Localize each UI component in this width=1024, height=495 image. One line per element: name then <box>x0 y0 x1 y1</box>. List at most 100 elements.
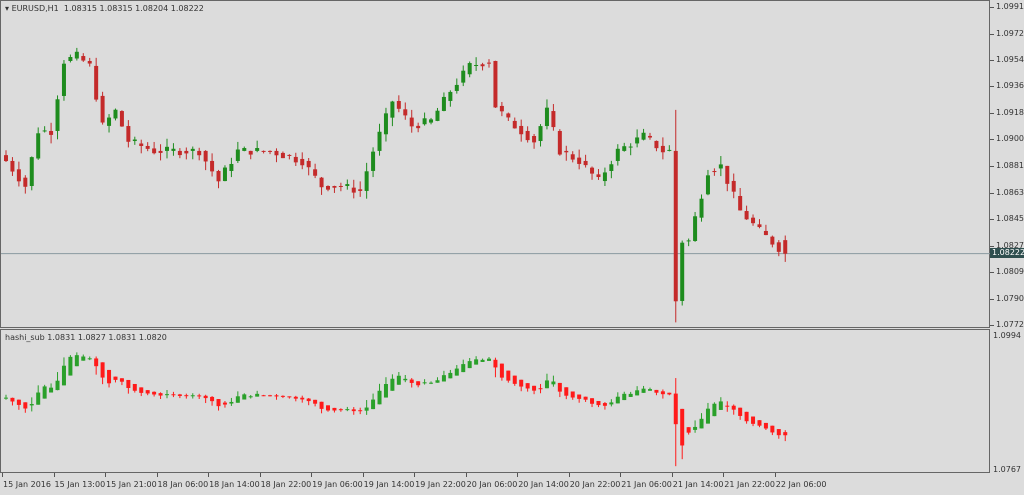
candle <box>441 92 446 112</box>
candle <box>351 407 356 415</box>
candle-body <box>570 391 575 398</box>
candle-body <box>763 422 768 429</box>
candle-body <box>718 164 723 169</box>
candle <box>396 95 401 113</box>
price-axis-label: 1.09000 <box>996 134 1024 144</box>
time-axis-label: 18 Jan 22:00 <box>260 480 312 489</box>
candle-body <box>763 230 768 236</box>
candle <box>648 387 652 391</box>
candle-body <box>712 171 717 173</box>
candle-body <box>590 398 595 404</box>
candle-body <box>461 364 466 373</box>
candle <box>29 397 34 412</box>
candle-body <box>87 358 92 360</box>
candle-body <box>686 240 691 242</box>
candle-body <box>139 387 144 393</box>
candle-body <box>680 408 685 446</box>
candle <box>377 123 382 156</box>
candle-body <box>216 399 221 407</box>
candle-body <box>126 379 131 388</box>
candle <box>635 386 640 396</box>
candle-body <box>551 381 556 385</box>
candle <box>776 429 781 439</box>
candle <box>165 390 169 399</box>
candle <box>358 181 363 197</box>
candle <box>319 176 324 195</box>
candle <box>525 383 530 392</box>
candle-body <box>113 109 118 119</box>
candle <box>602 401 607 410</box>
candle-body <box>602 172 607 182</box>
candle <box>467 61 472 78</box>
price-tick <box>990 219 994 221</box>
candle-body <box>222 167 227 182</box>
candle <box>216 169 221 189</box>
candle-body <box>551 111 556 128</box>
time-axis-label: 15 Jan 13:00 <box>54 480 106 489</box>
candle <box>268 150 273 155</box>
candle <box>61 60 66 101</box>
candle-body <box>177 150 182 156</box>
price-tick <box>990 7 994 8</box>
candle-body <box>441 375 446 382</box>
price-axis-label: 1.09545 <box>996 55 1024 65</box>
candle <box>648 132 652 140</box>
candle-body <box>165 394 169 396</box>
candle <box>229 397 234 406</box>
candle-body <box>474 359 479 365</box>
candle <box>42 384 47 399</box>
candle <box>667 392 672 396</box>
candle-body <box>61 365 66 386</box>
candle-body <box>493 60 498 108</box>
candle <box>261 394 266 397</box>
candle <box>132 383 137 393</box>
candle-body <box>23 177 28 187</box>
candle-body <box>210 396 215 402</box>
candle-body <box>100 362 105 378</box>
candle-body <box>570 154 575 160</box>
candle <box>371 393 376 410</box>
price-axis-label: 1.08815 <box>996 161 1024 171</box>
time-tick <box>105 473 107 477</box>
candle-body <box>216 171 221 182</box>
candle <box>544 99 549 130</box>
candle-body <box>248 150 253 155</box>
candle-body <box>435 110 440 121</box>
candle-body <box>660 391 665 395</box>
candle <box>345 179 350 190</box>
candle <box>280 395 285 399</box>
indicator-panel[interactable]: hashi_sub 1.0831 1.0827 1.0831 1.0820 <box>0 329 990 473</box>
candle <box>757 219 762 229</box>
candle <box>751 416 756 427</box>
candle-body <box>16 399 21 405</box>
candle <box>725 401 730 412</box>
candle-body <box>68 57 73 61</box>
candle <box>68 355 73 376</box>
candle <box>190 393 195 399</box>
sub-axis-min: 1.0767 <box>993 465 1021 474</box>
candle-body <box>100 95 105 123</box>
candle <box>744 205 749 220</box>
candle-body <box>654 140 659 149</box>
candle <box>177 148 182 159</box>
candle-body <box>36 392 41 405</box>
candle <box>660 137 665 160</box>
candle-body <box>300 397 305 400</box>
candle-body <box>235 396 240 403</box>
candle <box>467 357 472 369</box>
candle <box>61 357 66 386</box>
candle-body <box>544 107 549 127</box>
candle-body <box>622 393 627 401</box>
price-tick <box>990 166 994 168</box>
candle <box>783 430 788 442</box>
candle <box>512 375 517 386</box>
candle-body <box>132 139 137 142</box>
candle-body <box>448 91 453 101</box>
main-chart-panel[interactable]: ▾ EURUSD,H1 1.08315 1.08315 1.08204 1.08… <box>0 0 991 328</box>
candle-body <box>525 130 530 141</box>
time-axis-label: 19 Jan 14:00 <box>363 480 415 489</box>
candle-body <box>383 384 388 398</box>
candle-body <box>42 386 47 399</box>
candle-body <box>4 397 8 399</box>
candle <box>738 188 743 211</box>
